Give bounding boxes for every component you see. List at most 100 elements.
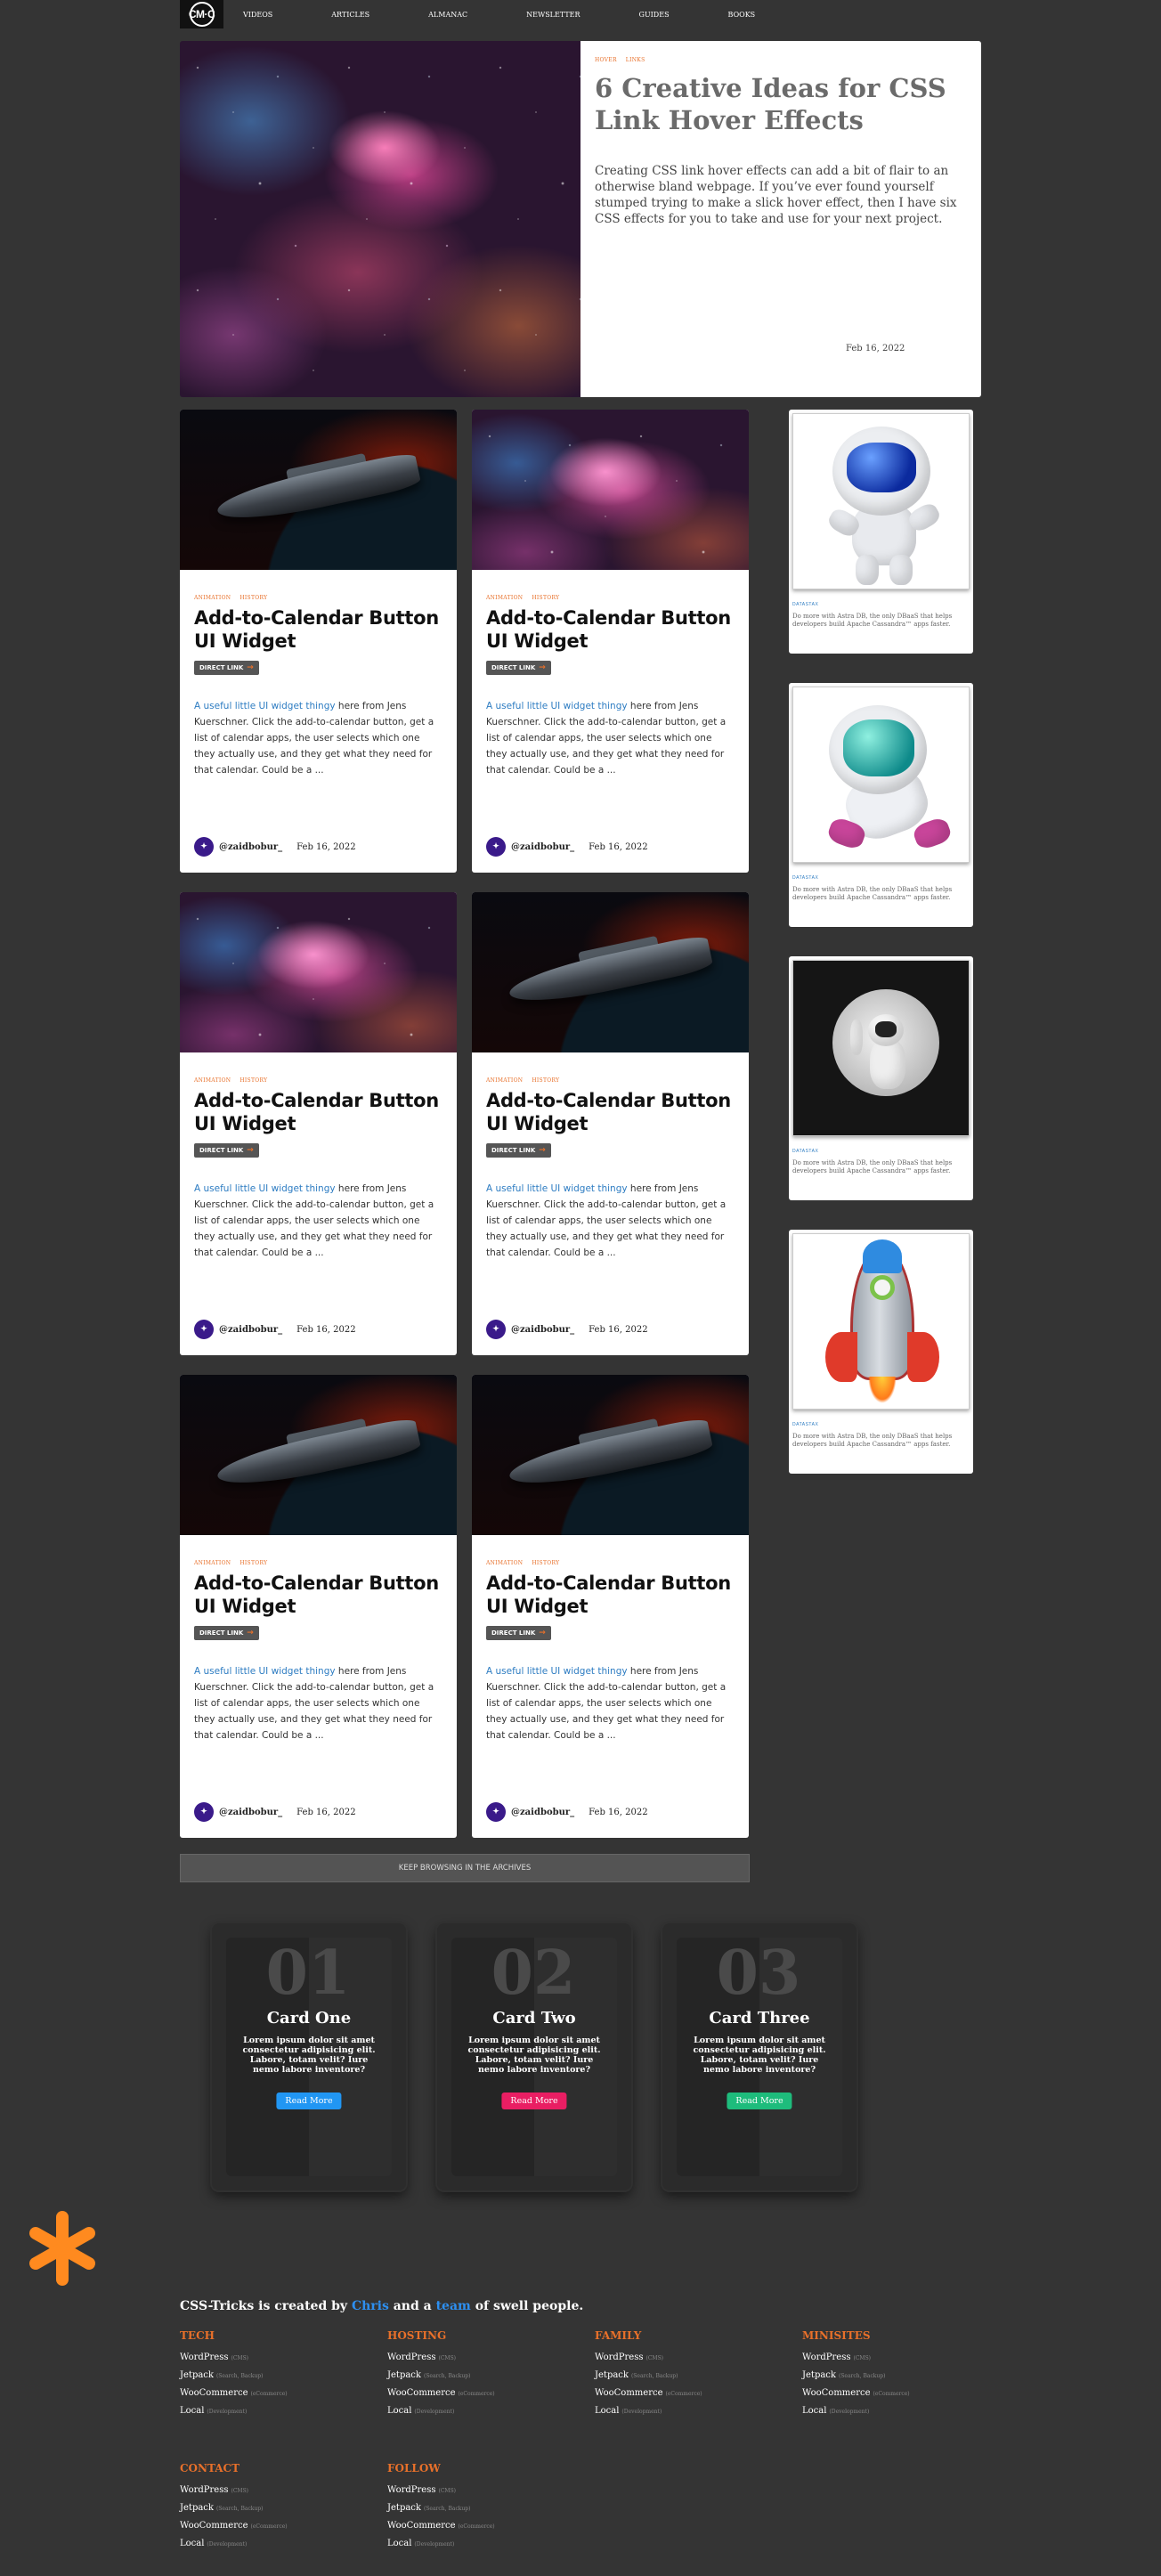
- article-card[interactable]: ANIMATION HISTORY Add-to-Calendar Button…: [472, 1375, 749, 1838]
- read-more-button[interactable]: Read More: [727, 2092, 792, 2109]
- tag-link[interactable]: ANIMATION: [486, 1077, 523, 1084]
- tag-link[interactable]: ANIMATION: [486, 595, 523, 601]
- asterisk-logo-icon[interactable]: [27, 2208, 98, 2288]
- tag-link[interactable]: HOVER: [595, 57, 617, 63]
- footer-link[interactable]: Jetpack: [387, 2503, 421, 2513]
- direct-link-button[interactable]: DIRECT LINK →: [486, 1626, 551, 1640]
- ad-card[interactable]: DATASTAX Do more with Astra DB, the only…: [789, 956, 973, 1200]
- footer-link[interactable]: Local: [180, 2406, 204, 2416]
- card-image-spaceship[interactable]: [472, 892, 749, 1052]
- footer-link[interactable]: Local: [802, 2406, 826, 2416]
- excerpt-link[interactable]: A useful little UI widget thingy: [194, 1666, 336, 1677]
- footer-link[interactable]: WooCommerce: [180, 2521, 248, 2531]
- article-card[interactable]: ANIMATION HISTORY Add-to-Calendar Button…: [180, 892, 457, 1355]
- avatar[interactable]: ✦: [486, 1320, 506, 1339]
- direct-link-button[interactable]: DIRECT LINK →: [194, 1143, 259, 1158]
- tag-link[interactable]: ANIMATION: [194, 595, 231, 601]
- hero-article[interactable]: HOVER LINKS 6 Creative Ideas for CSS Lin…: [180, 41, 981, 397]
- card-title[interactable]: Add-to-Calendar Button UI Widget: [194, 1089, 442, 1135]
- footer-link[interactable]: WooCommerce: [802, 2388, 871, 2398]
- footer-link[interactable]: Local: [595, 2406, 619, 2416]
- footer-link[interactable]: WordPress: [387, 2353, 436, 2362]
- nav-link-guides[interactable]: GUIDES: [636, 11, 673, 19]
- author-link[interactable]: @zaidbobur_: [511, 1325, 574, 1335]
- footer-link[interactable]: WordPress: [802, 2353, 851, 2362]
- card-image-nebula[interactable]: [180, 892, 457, 1052]
- author-link[interactable]: @zaidbobur_: [511, 1808, 574, 1817]
- excerpt-link[interactable]: A useful little UI widget thingy: [486, 701, 628, 711]
- card-title[interactable]: Add-to-Calendar Button UI Widget: [486, 606, 735, 653]
- ad-card[interactable]: DATASTAX Do more with Astra DB, the only…: [789, 683, 973, 927]
- footer-link[interactable]: Jetpack: [595, 2370, 629, 2380]
- avatar[interactable]: ✦: [486, 1802, 506, 1822]
- direct-link-button[interactable]: DIRECT LINK →: [486, 1143, 551, 1158]
- card-title[interactable]: Add-to-Calendar Button UI Widget: [486, 1089, 735, 1135]
- tag-link[interactable]: ANIMATION: [194, 1560, 231, 1566]
- avatar[interactable]: ✦: [194, 1802, 214, 1822]
- chris-link[interactable]: Chris: [352, 2299, 389, 2313]
- article-card[interactable]: ANIMATION HISTORY Add-to-Calendar Button…: [180, 1375, 457, 1838]
- avatar[interactable]: ✦: [486, 837, 506, 857]
- nav-link-books[interactable]: BOOKS: [725, 11, 759, 19]
- footer-link[interactable]: Local: [387, 2406, 411, 2416]
- footer-link[interactable]: Jetpack: [802, 2370, 836, 2380]
- archive-button[interactable]: KEEP BROWSING IN THE ARCHIVES: [180, 1854, 750, 1882]
- article-card[interactable]: ANIMATION HISTORY Add-to-Calendar Button…: [472, 892, 749, 1355]
- author-link[interactable]: @zaidbobur_: [511, 842, 574, 852]
- article-card[interactable]: ANIMATION HISTORY Add-to-Calendar Button…: [472, 410, 749, 873]
- footer-link[interactable]: WordPress: [180, 2485, 229, 2495]
- direct-link-button[interactable]: DIRECT LINK →: [486, 661, 551, 675]
- excerpt-link[interactable]: A useful little UI widget thingy: [194, 1183, 336, 1194]
- tag-link[interactable]: HISTORY: [532, 1077, 559, 1084]
- card-title[interactable]: Add-to-Calendar Button UI Widget: [194, 1572, 442, 1618]
- nav-link-videos[interactable]: VIDEOS: [240, 11, 276, 19]
- card-image-nebula[interactable]: [472, 410, 749, 570]
- tag-link[interactable]: HISTORY: [532, 595, 559, 601]
- tag-link[interactable]: HISTORY: [240, 1560, 267, 1566]
- hero-title[interactable]: 6 Creative Ideas for CSS Link Hover Effe…: [595, 72, 967, 136]
- author-link[interactable]: @zaidbobur_: [219, 842, 282, 852]
- footer-link[interactable]: WordPress: [387, 2485, 436, 2495]
- footer-link[interactable]: Jetpack: [387, 2370, 421, 2380]
- author-link[interactable]: @zaidbobur_: [219, 1325, 282, 1335]
- excerpt-link[interactable]: A useful little UI widget thingy: [486, 1183, 628, 1194]
- footer-link[interactable]: WooCommerce: [595, 2388, 663, 2398]
- tag-link[interactable]: HISTORY: [240, 595, 267, 601]
- tag-link[interactable]: HISTORY: [240, 1077, 267, 1084]
- excerpt-link[interactable]: A useful little UI widget thingy: [194, 701, 336, 711]
- card-title[interactable]: Add-to-Calendar Button UI Widget: [194, 606, 442, 653]
- footer-link[interactable]: Local: [180, 2539, 204, 2548]
- read-more-button[interactable]: Read More: [276, 2092, 342, 2109]
- tag-link[interactable]: ANIMATION: [194, 1077, 231, 1084]
- ad-card[interactable]: DATASTAX Do more with Astra DB, the only…: [789, 1230, 973, 1474]
- card-image-spaceship[interactable]: [180, 1375, 457, 1535]
- footer-link[interactable]: WordPress: [595, 2353, 644, 2362]
- nav-link-almanac[interactable]: ALMANAC: [425, 11, 471, 19]
- tag-link[interactable]: LINKS: [626, 57, 645, 63]
- direct-link-button[interactable]: DIRECT LINK →: [194, 661, 259, 675]
- read-more-button[interactable]: Read More: [501, 2092, 567, 2109]
- excerpt-link[interactable]: A useful little UI widget thingy: [486, 1666, 628, 1677]
- team-link[interactable]: team: [436, 2299, 471, 2313]
- footer-link[interactable]: Local: [387, 2539, 411, 2548]
- footer-link[interactable]: WooCommerce: [387, 2388, 456, 2398]
- card-image-spaceship[interactable]: [180, 410, 457, 570]
- article-card[interactable]: ANIMATION HISTORY Add-to-Calendar Button…: [180, 410, 457, 873]
- footer-link[interactable]: Jetpack: [180, 2370, 214, 2380]
- footer-link[interactable]: WordPress: [180, 2353, 229, 2362]
- avatar[interactable]: ✦: [194, 837, 214, 857]
- card-title[interactable]: Add-to-Calendar Button UI Widget: [486, 1572, 735, 1618]
- nav-link-newsletter[interactable]: NEWSLETTER: [523, 11, 583, 19]
- ad-card[interactable]: DATASTAX Do more with Astra DB, the only…: [789, 410, 973, 654]
- direct-link-button[interactable]: DIRECT LINK →: [194, 1626, 259, 1640]
- author-link[interactable]: @zaidbobur_: [219, 1808, 282, 1817]
- footer-link[interactable]: Jetpack: [180, 2503, 214, 2513]
- footer-link[interactable]: WooCommerce: [387, 2521, 456, 2531]
- nav-link-articles[interactable]: ARTICLES: [328, 11, 373, 19]
- footer-link[interactable]: WooCommerce: [180, 2388, 248, 2398]
- card-image-spaceship[interactable]: [472, 1375, 749, 1535]
- tag-link[interactable]: ANIMATION: [486, 1560, 523, 1566]
- tag-link[interactable]: HISTORY: [532, 1560, 559, 1566]
- site-logo[interactable]: CM·C: [180, 0, 223, 28]
- avatar[interactable]: ✦: [194, 1320, 214, 1339]
